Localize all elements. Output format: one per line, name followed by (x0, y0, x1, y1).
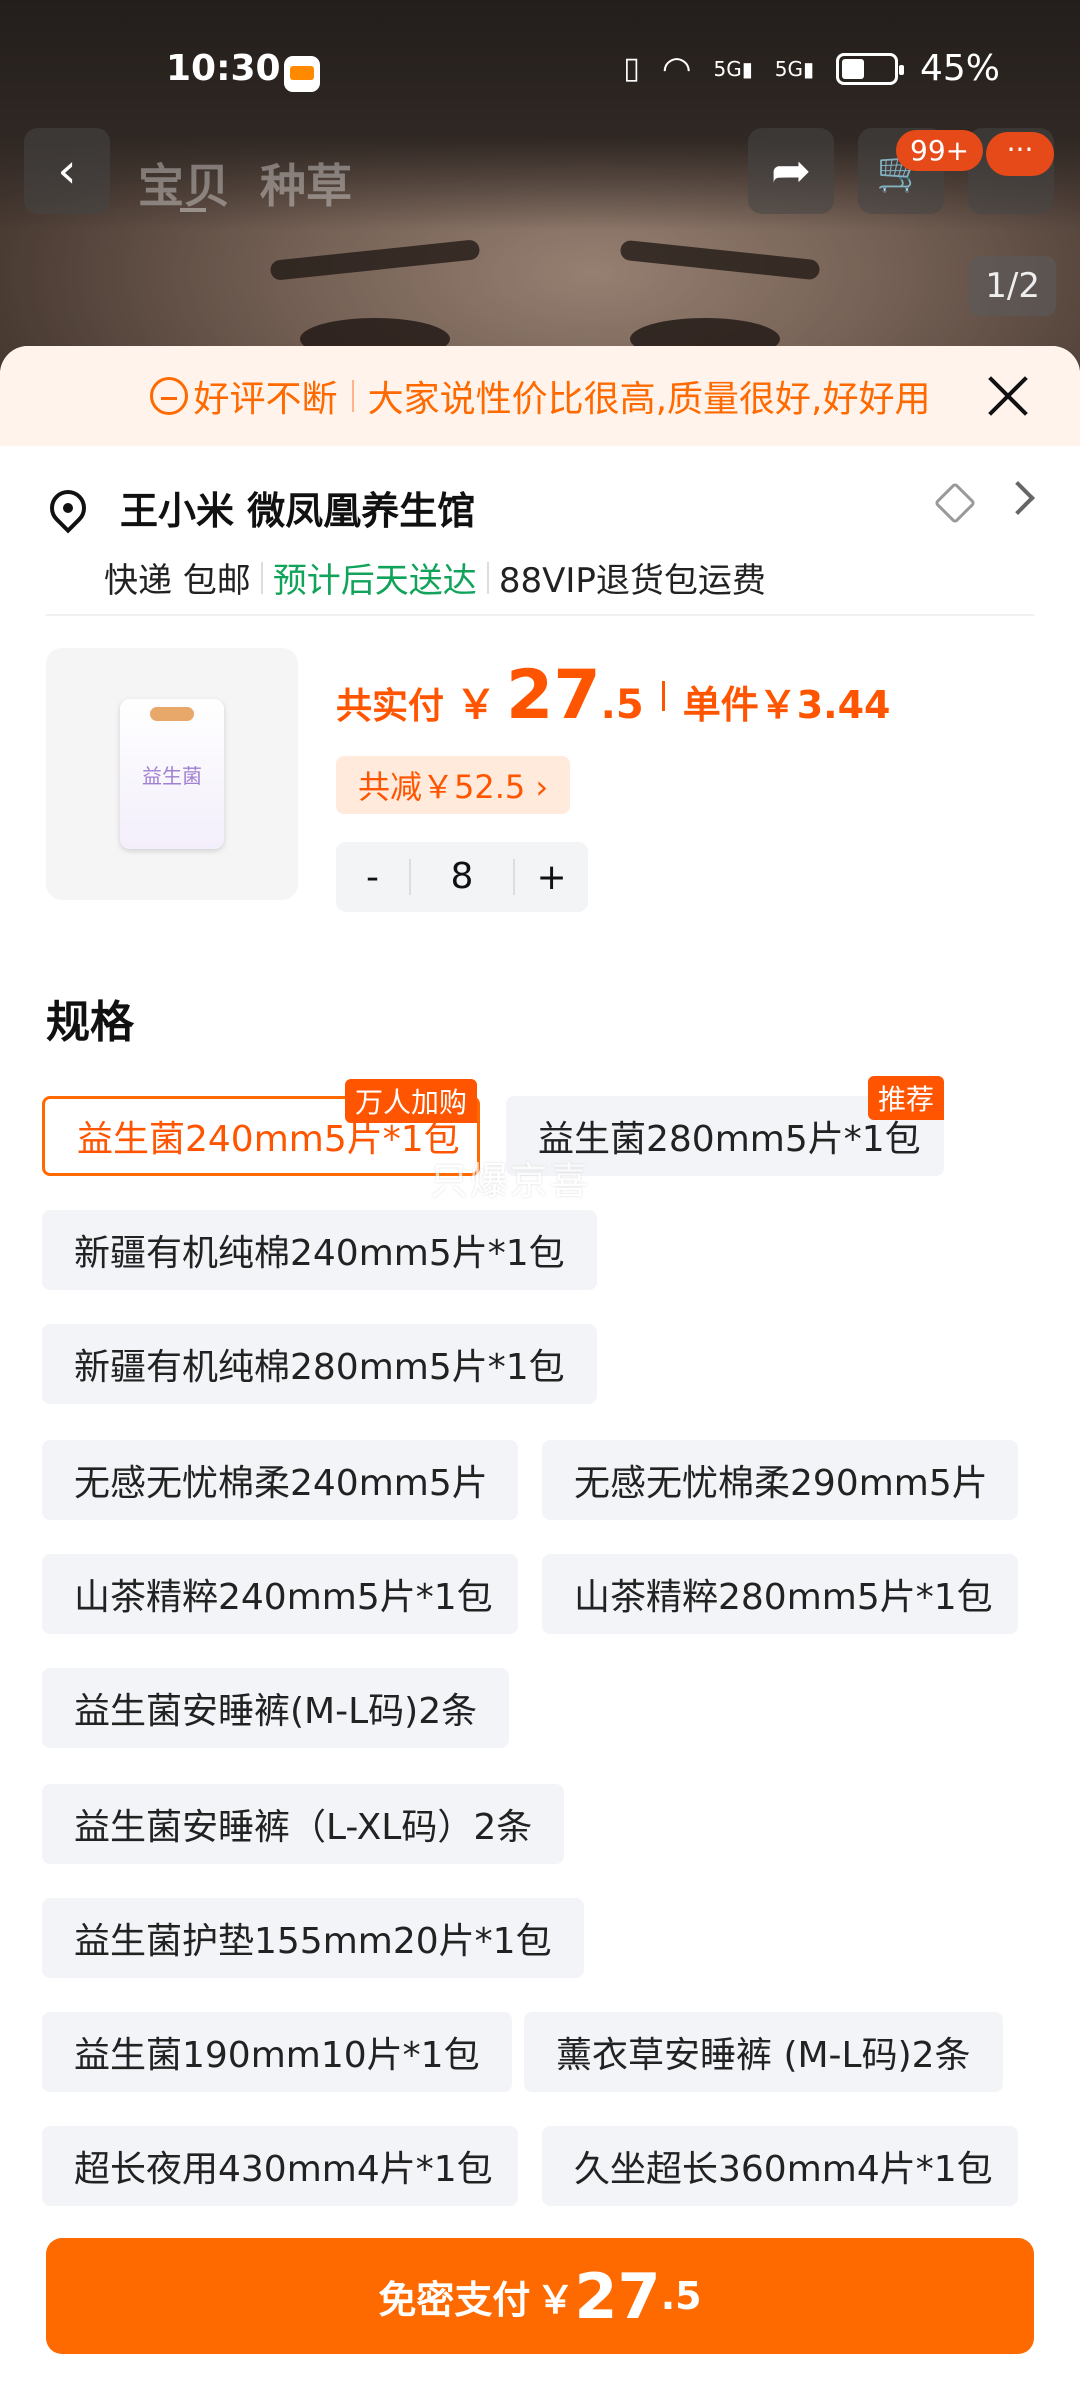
close-icon[interactable] (982, 370, 1034, 422)
tab-product[interactable]: 宝贝 (138, 150, 230, 216)
vibrate-icon: ▯ (623, 51, 640, 86)
cart-count-badge: 99+ (896, 130, 984, 171)
delivery-method: 快递 包邮 (104, 561, 251, 601)
unit-price: 单件￥3.44 (682, 683, 891, 727)
spec-option[interactable]: 超长夜用430mm4片*1包 (42, 2126, 518, 2206)
spec-option[interactable]: 益生菌安睡裤（L-XL码）2条 (42, 1784, 565, 1864)
pay-button[interactable]: 免密支付 ￥ 27 .5 (46, 2238, 1034, 2354)
price-integer: 27 (506, 656, 601, 735)
more-badge: ··· (986, 132, 1054, 176)
content-tabs: 宝贝 种草 (138, 150, 352, 216)
product-thumbnail[interactable]: 益生菌 (46, 648, 298, 900)
location-pin-icon (42, 482, 94, 533)
spec-option[interactable]: 新疆有机纯棉280mm5片*1包 (42, 1324, 597, 1404)
spec-title: 规格 (46, 997, 134, 1048)
wifi-icon: ◠ (661, 48, 692, 89)
price-label: 共实付 (336, 686, 445, 727)
promo-text: 大家说性价比很高,质量很好,好好用 (367, 379, 931, 420)
spec-option[interactable]: 无感无忧棉柔240mm5片 (42, 1440, 518, 1520)
page-indicator: 1/2 (969, 256, 1056, 316)
spec-option[interactable]: 益生菌190mm10片*1包 (42, 2012, 512, 2092)
battery-icon (835, 52, 904, 85)
spec-option[interactable]: 久坐超长360mm4片*1包 (542, 2126, 1018, 2206)
address-section[interactable]: 王小米 微凤凰养生馆 快递 包邮 预计后天送达 88VIP退货包运费 (42, 446, 1035, 616)
promo-divider (351, 380, 354, 412)
delivery-info: 快递 包邮 预计后天送达 88VIP退货包运费 (104, 553, 1034, 602)
chevron-left-icon: ‹ (57, 143, 77, 199)
tab-seeding[interactable]: 种草 (260, 150, 352, 216)
price-currency: ￥ (456, 682, 497, 728)
signal-icon-1: 5G▮ (713, 56, 753, 81)
battery-percent: 45% (919, 48, 1000, 89)
status-time: 10:30 (166, 48, 281, 89)
promo-label: 好评不断 (193, 379, 338, 420)
signal-icon-2: 5G▮ (774, 56, 814, 81)
pay-label: 免密支付 (378, 2277, 531, 2322)
divider (486, 561, 489, 594)
address-line: 王小米 微凤凰养生馆 (42, 480, 1034, 535)
spec-option[interactable]: 新疆有机纯棉240mm5片*1包 (42, 1210, 597, 1290)
return-policy: 88VIP退货包运费 (498, 561, 766, 601)
recommend-tag: 推荐 (867, 1076, 944, 1120)
price-divider (661, 680, 665, 711)
back-button[interactable]: ‹ (24, 128, 110, 214)
product-pack-image: 益生菌 (120, 699, 224, 849)
qty-minus-button[interactable]: - (336, 857, 409, 898)
comment-icon (149, 377, 188, 415)
spec-option[interactable]: 山茶精粹240mm5片*1包 (42, 1554, 518, 1634)
divider (260, 561, 263, 594)
address-name: 王小米 微凤凰养生馆 (120, 489, 476, 533)
purchase-sheet: 好评不断 大家说性价比很高,质量很好,好好用 王小米 微凤凰养生馆 快递 包邮 … (0, 346, 1080, 2400)
pay-currency: ￥ (536, 2277, 575, 2322)
spec-option-selected[interactable]: 益生菌240mm5片*1包 万人加购 (42, 1079, 480, 1176)
notification-app-icon (284, 56, 320, 92)
spec-option[interactable]: 无感无忧棉柔290mm5片 (542, 1440, 1018, 1520)
discount-badge[interactable]: 共减￥52.5 › (336, 756, 571, 814)
watermark: 只爆京喜 (430, 1159, 591, 1203)
pay-amount-decimal: .5 (660, 2274, 702, 2318)
quantity-stepper: - 8 + (336, 842, 588, 912)
tab-underline (180, 208, 206, 212)
status-icons: ▯ ◠ 5G▮ 5G▮ 45% (623, 48, 1000, 89)
spec-option[interactable]: 益生菌护垫155mm20片*1包 (42, 1898, 584, 1978)
spec-options: 益生菌240mm5片*1包 万人加购 益生菌280mm5片*1包 推荐 新疆有机… (42, 1050, 1038, 2206)
qty-value[interactable]: 8 (408, 859, 516, 895)
promo-banner: 好评不断 大家说性价比很高,质量很好,好好用 (0, 346, 1080, 446)
share-button[interactable]: ➦ (748, 128, 834, 214)
delivery-eta: 预计后天送达 (272, 561, 477, 601)
spec-option[interactable]: 薰衣草安睡裤 (M-L码)2条 (524, 2012, 1003, 2092)
price-line: 共实付 ￥ 27 .5 单件￥3.44 (336, 656, 890, 735)
product-summary: 益生菌 共实付 ￥ 27 .5 单件￥3.44 共减￥52.5 › - 8 + (46, 616, 1034, 926)
hot-tag: 万人加购 (344, 1079, 477, 1123)
share-icon: ➦ (770, 143, 812, 199)
spec-option[interactable]: 益生菌安睡裤(M-L码)2条 (42, 1668, 510, 1748)
spec-option[interactable]: 山茶精粹280mm5片*1包 (542, 1554, 1018, 1634)
price-decimal: .5 (600, 682, 644, 728)
pay-amount-integer: 27 (574, 2259, 661, 2333)
qty-plus-button[interactable]: + (515, 857, 588, 898)
